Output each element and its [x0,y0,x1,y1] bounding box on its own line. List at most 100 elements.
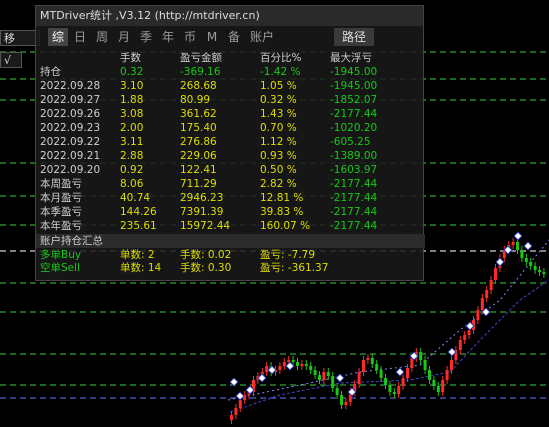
candle-body [331,376,335,388]
row-percent: 1.12 % [260,136,297,148]
panel-title[interactable]: MTDriver统计 ,V3.12 (http://mtdriver.cn) [36,6,423,26]
row-lots: 144.26 [120,206,157,218]
trade-marker[interactable] [513,231,523,241]
left-stub-check[interactable]: √ [0,52,22,68]
table-header: 手数 盈亏金额 百分比% 最大浮亏 [36,52,425,64]
row-lots: 3.10 [120,80,144,92]
row-max-drawdown: -2177.44 [330,108,378,120]
candle-body [524,258,528,262]
candle-body [278,366,282,370]
candle-body [370,358,374,364]
candle-body [322,372,326,380]
candle-body [529,262,533,266]
row-lots: 3.11 [120,136,144,148]
row-label: 2022.09.27 [40,94,101,106]
candle-body [463,335,467,340]
candle-body [445,370,449,380]
candle-body [366,358,370,360]
row-profit: 175.40 [180,122,217,134]
row-label: 2022.09.22 [40,136,101,148]
tab-day[interactable]: 日 [72,28,88,46]
summary-row-sell: 空单Sell 单数: 14 手数: 0.30 盈亏: -361.37 [36,262,425,274]
stats-panel: MTDriver统计 ,V3.12 (http://mtdriver.cn) 综… [35,5,425,281]
table-row: 2022.09.22 3.11 276.86 1.12 % -605.25 [36,136,425,148]
row-label: 2022.09.23 [40,122,101,134]
tab-month[interactable]: 月 [116,28,132,46]
table-row: 持仓 0.32 -369.16 -1.42 % -1945.00 [36,66,425,78]
candle-body [309,366,313,370]
header-lots: 手数 [120,52,141,64]
candle-body [458,340,462,350]
candle-body [520,250,524,258]
row-percent: 12.81 % [260,192,304,204]
trade-marker[interactable] [495,257,505,267]
candle-body [494,268,497,280]
row-lots: 3.08 [120,108,144,120]
tab-quarter[interactable]: 季 [138,28,154,46]
row-profit: 80.99 [180,94,211,106]
row-lots: 235.61 [120,220,157,232]
trade-marker[interactable] [267,365,277,375]
candle-body [485,290,489,298]
candle-body [428,370,431,380]
trade-marker[interactable] [257,373,267,383]
summary-profit: 盈亏: -361.37 [260,262,329,274]
table-row: 2022.09.26 3.08 361.62 1.43 % -2177.44 [36,108,425,120]
trade-marker[interactable] [335,373,345,383]
table-row: 本月盈亏 40.74 2946.23 12.81 % -2177.44 [36,192,425,204]
row-profit: 2946.23 [180,192,224,204]
summary-row-buy: 多单Buy 单数: 2 手数: 0.02 盈亏: -7.79 [36,249,425,261]
row-max-drawdown: -2177.44 [330,178,378,190]
candle-body [397,386,401,394]
candle-body [313,370,317,375]
summary-count: 单数: 14 [120,262,162,274]
row-label: 持仓 [40,66,61,78]
row-profit: 268.68 [180,80,217,92]
row-label: 本周盈亏 [40,178,82,190]
tab-summary[interactable]: 综 [48,28,68,46]
trade-marker[interactable] [523,241,533,251]
row-lots: 40.74 [120,192,151,204]
header-max-drawdown: 最大浮亏 [330,52,372,64]
row-percent: 0.70 % [260,122,297,134]
table-row: 本周盈亏 8.06 711.29 2.82 % -2177.44 [36,178,425,190]
row-max-drawdown: -1603.97 [330,164,378,176]
candle-body [489,280,493,290]
summary-count: 单数: 2 [120,249,155,261]
row-label: 本月盈亏 [40,192,82,204]
row-lots: 0.92 [120,164,144,176]
candle-body [296,362,299,366]
summary-label: 空单Sell [40,262,80,274]
candle-body [542,272,546,274]
candle-body [318,375,321,380]
summary-title: 账户持仓汇总 [36,234,425,248]
row-profit: -369.16 [180,66,221,78]
table-row: 本年盈亏 235.61 15972.44 160.07 % -2177.44 [36,220,425,232]
row-label: 本年盈亏 [40,220,82,232]
tab-account[interactable]: 账户 [248,28,276,46]
tab-notes[interactable]: 备 [226,28,242,46]
table-row: 2022.09.21 2.88 229.06 0.93 % -1389.00 [36,150,425,162]
candle-body [234,408,238,415]
table-row: 2022.09.27 1.88 80.99 0.32 % -1852.07 [36,94,425,106]
tab-bar: 综 日 周 月 季 年 币 M 备 账户 路径 [36,28,423,46]
candle-body [300,364,304,366]
path-button[interactable]: 路径 [334,28,374,46]
candle-body [291,360,295,362]
candle-body [238,400,242,408]
row-profit: 122.41 [180,164,217,176]
candle-body [511,242,515,245]
trade-marker[interactable] [235,391,245,401]
summary-profit: 盈亏: -7.79 [260,249,316,261]
tab-week[interactable]: 周 [94,28,110,46]
row-max-drawdown: -2177.44 [330,220,378,232]
candle-body [304,364,308,366]
tab-currency[interactable]: 币 [182,28,198,46]
row-max-drawdown: -1020.20 [330,122,378,134]
row-profit: 7391.39 [180,206,224,218]
candle-body [392,392,396,394]
row-max-drawdown: -1945.00 [330,66,378,78]
tab-year[interactable]: 年 [160,28,176,46]
left-stub-move[interactable]: 移 [0,30,40,46]
tab-m[interactable]: M [204,28,220,46]
